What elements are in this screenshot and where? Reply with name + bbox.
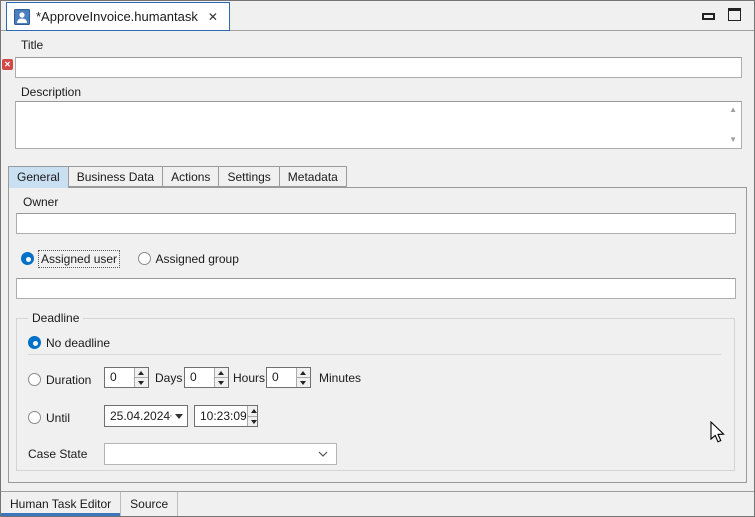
- spinner-up-icon[interactable]: [215, 368, 228, 378]
- editor-page-tab-bar: Human Task Editor Source: [1, 491, 754, 517]
- duration-label[interactable]: Duration: [46, 373, 91, 387]
- scroll-down-icon[interactable]: ▼: [729, 136, 737, 144]
- duration-radio[interactable]: [28, 373, 41, 386]
- scroll-up-icon[interactable]: ▲: [729, 106, 737, 114]
- days-label: Days: [155, 371, 182, 385]
- editor-tab-approveinvoice[interactable]: *ApproveInvoice.humantask ✕: [6, 2, 230, 31]
- title-input[interactable]: [15, 57, 742, 78]
- calendar-icon: [170, 410, 172, 422]
- hours-label: Hours: [233, 371, 265, 385]
- description-input[interactable]: ▲ ▼: [15, 101, 742, 149]
- view-controls: [702, 8, 741, 21]
- minutes-stepper-buttons: [296, 368, 310, 387]
- assignee-input[interactable]: [16, 278, 736, 299]
- spinner-down-icon[interactable]: [248, 417, 257, 427]
- until-time-stepper[interactable]: 10:23:09: [194, 405, 258, 427]
- minimize-icon[interactable]: [702, 13, 715, 20]
- spinner-down-icon[interactable]: [297, 378, 310, 387]
- until-radio-wrap: Until: [28, 409, 70, 427]
- maximize-icon[interactable]: [728, 8, 741, 21]
- until-label[interactable]: Until: [46, 411, 70, 425]
- human-task-editor-window: *ApproveInvoice.humantask ✕ Title ✕ Desc…: [0, 0, 755, 517]
- assignment-radio-group: Assigned user Assigned group: [21, 250, 239, 268]
- spinner-down-icon[interactable]: [215, 378, 228, 387]
- editor-tab-bar: *ApproveInvoice.humantask ✕: [1, 1, 754, 31]
- days-stepper[interactable]: 0: [104, 367, 149, 388]
- spinner-up-icon[interactable]: [248, 406, 257, 417]
- tab-actions[interactable]: Actions: [162, 166, 219, 187]
- description-label: Description: [21, 85, 81, 99]
- time-stepper-buttons: [247, 406, 257, 426]
- no-deadline-radio[interactable]: [28, 336, 41, 349]
- assigned-user-radio[interactable]: [21, 252, 34, 265]
- no-deadline-row: No deadline: [28, 334, 110, 352]
- days-stepper-buttons: [134, 368, 148, 387]
- deadline-group-label: Deadline: [28, 311, 83, 325]
- title-label: Title: [21, 38, 43, 52]
- tab-metadata[interactable]: Metadata: [279, 166, 347, 187]
- owner-input[interactable]: [16, 213, 736, 234]
- spinner-up-icon[interactable]: [135, 368, 148, 378]
- case-state-dropdown[interactable]: [104, 443, 337, 465]
- error-icon: ✕: [2, 59, 13, 70]
- hours-stepper-buttons: [214, 368, 228, 387]
- section-tab-bar: General Business Data Actions Settings M…: [8, 166, 346, 188]
- editor-tab-title: *ApproveInvoice.humantask: [36, 9, 198, 24]
- tab-settings[interactable]: Settings: [218, 166, 279, 187]
- tab-business-data[interactable]: Business Data: [68, 166, 163, 187]
- until-radio[interactable]: [28, 411, 41, 424]
- owner-label: Owner: [23, 195, 58, 209]
- deadline-group: Deadline No deadline Duration 0 Days 0 H…: [16, 318, 735, 471]
- chevron-down-icon: [318, 451, 328, 457]
- no-deadline-label[interactable]: No deadline: [46, 336, 110, 350]
- deadline-separator: [28, 354, 721, 355]
- assigned-group-radio[interactable]: [138, 252, 151, 265]
- spinner-up-icon[interactable]: [297, 368, 310, 378]
- tab-source[interactable]: Source: [121, 492, 178, 517]
- tab-general[interactable]: General: [8, 166, 69, 188]
- duration-radio-wrap: Duration: [28, 371, 91, 389]
- human-task-icon: [14, 9, 30, 25]
- tab-human-task-editor[interactable]: Human Task Editor: [1, 492, 121, 517]
- dropdown-arrow-icon[interactable]: [175, 414, 183, 419]
- until-time-value: 10:23:09: [195, 406, 247, 426]
- case-state-label: Case State: [28, 447, 87, 461]
- days-value: 0: [105, 368, 134, 387]
- until-date-value: 25.04.2024: [105, 409, 170, 423]
- until-date-picker[interactable]: 25.04.2024: [104, 405, 188, 427]
- spinner-down-icon[interactable]: [135, 378, 148, 387]
- hours-stepper[interactable]: 0: [184, 367, 229, 388]
- assigned-user-label[interactable]: Assigned user: [39, 251, 119, 267]
- minutes-stepper[interactable]: 0: [266, 367, 311, 388]
- minutes-label: Minutes: [319, 371, 361, 385]
- hours-value: 0: [185, 368, 214, 387]
- close-icon[interactable]: ✕: [206, 10, 220, 24]
- minutes-value: 0: [267, 368, 296, 387]
- assigned-group-label[interactable]: Assigned group: [156, 252, 239, 266]
